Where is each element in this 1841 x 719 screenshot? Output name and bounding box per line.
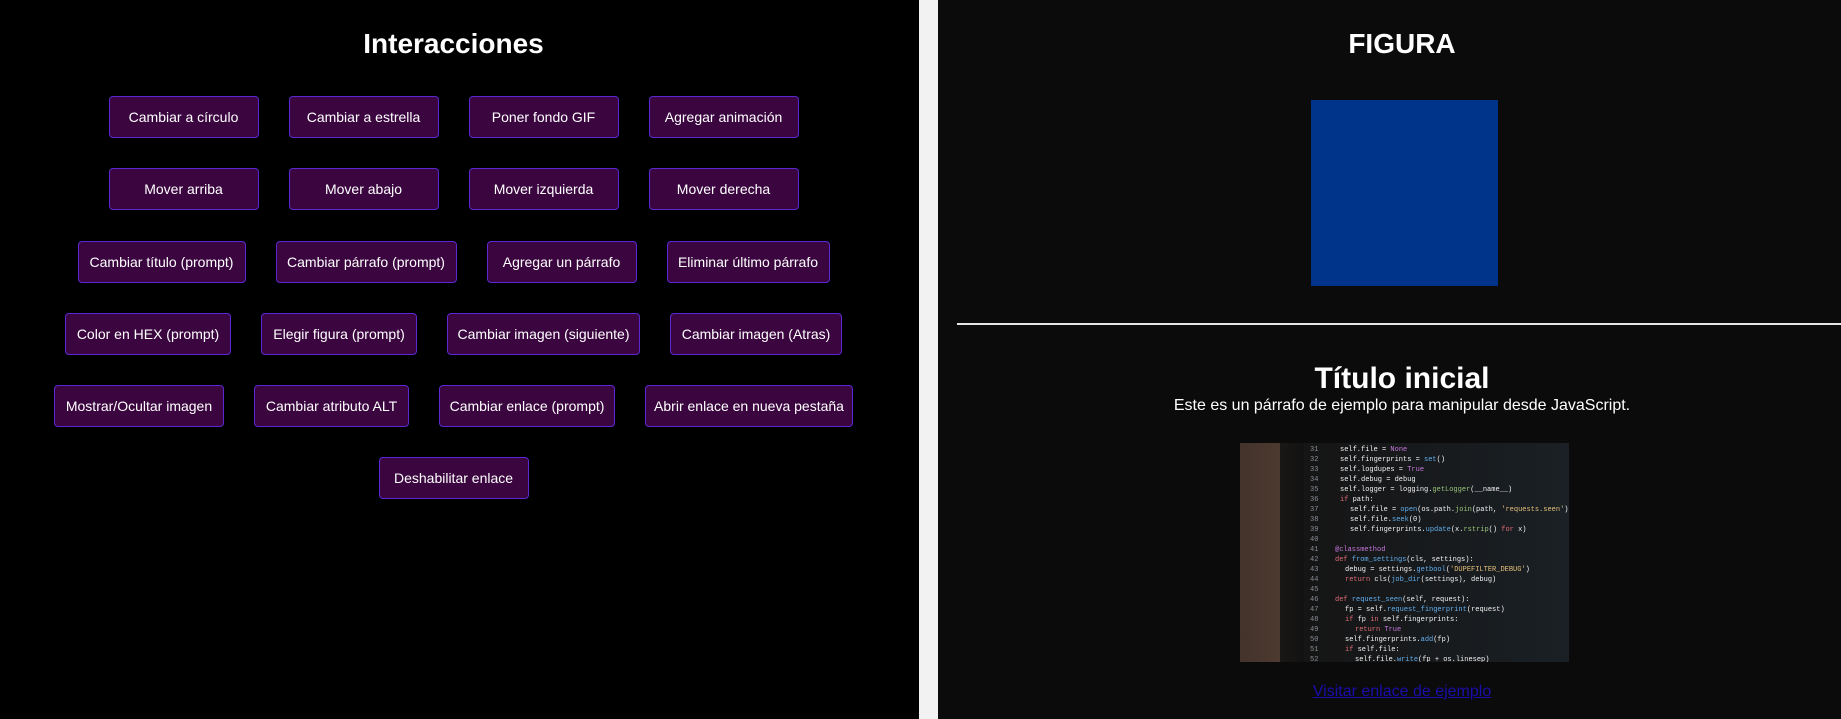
change-to-star-button[interactable]: Cambiar a estrella	[288, 96, 439, 138]
section-divider	[957, 323, 1841, 325]
change-alt-button[interactable]: Cambiar atributo ALT	[254, 385, 409, 427]
svg-text:49: 49	[1310, 626, 1318, 634]
svg-text:38: 38	[1310, 516, 1318, 524]
svg-text:fp = self.request_fingerprint(: fp = self.request_fingerprint(request)	[1345, 606, 1505, 614]
svg-text:self.file = None: self.file = None	[1340, 446, 1407, 454]
move-left-button[interactable]: Mover izquierda	[468, 168, 619, 210]
disable-link-button[interactable]: Deshabilitar enlace	[378, 457, 529, 499]
panel-divider	[919, 0, 938, 719]
svg-text:def request_seen(self, request: def request_seen(self, request):	[1335, 596, 1469, 604]
svg-text:36: 36	[1310, 496, 1318, 504]
change-link-prompt-button[interactable]: Cambiar enlace (prompt)	[439, 385, 615, 427]
svg-text:32: 32	[1310, 456, 1318, 464]
button-row-5: Mostrar/Ocultar imagen Cambiar atributo …	[0, 385, 907, 427]
set-gif-background-button[interactable]: Poner fondo GIF	[468, 96, 619, 138]
svg-text:self.file.write(fp + os.linese: self.file.write(fp + os.linesep)	[1355, 656, 1489, 662]
remove-last-paragraph-button[interactable]: Eliminar último párrafo	[666, 241, 830, 283]
svg-text:31: 31	[1310, 446, 1318, 454]
add-paragraph-button[interactable]: Agregar un párrafo	[486, 241, 637, 283]
svg-text:44: 44	[1310, 576, 1318, 584]
svg-text:48: 48	[1310, 616, 1318, 624]
svg-text:45: 45	[1310, 586, 1318, 594]
interactions-panel: Interacciones Cambiar a círculo Cambiar …	[0, 0, 919, 719]
svg-text:52: 52	[1310, 656, 1318, 662]
previous-image-button[interactable]: Cambiar imagen (Atras)	[670, 313, 842, 355]
svg-text:@classmethod: @classmethod	[1335, 546, 1385, 554]
add-animation-button[interactable]: Agregar animación	[648, 96, 799, 138]
svg-text:41: 41	[1310, 546, 1318, 554]
svg-text:self.file = open(os.path.join(: self.file = open(os.path.join(path, 'req…	[1350, 506, 1569, 514]
change-paragraph-prompt-button[interactable]: Cambiar párrafo (prompt)	[275, 241, 457, 283]
svg-text:self.fingerprints.add(fp): self.fingerprints.add(fp)	[1345, 636, 1450, 644]
svg-text:def from_settings(cls, setting: def from_settings(cls, settings):	[1335, 556, 1474, 564]
move-right-button[interactable]: Mover derecha	[648, 168, 799, 210]
svg-text:34: 34	[1310, 476, 1318, 484]
svg-text:self.file.seek(0): self.file.seek(0)	[1350, 516, 1421, 524]
svg-text:51: 51	[1310, 646, 1318, 654]
figure-title: FIGURA	[1348, 28, 1456, 59]
svg-text:self.logdupes = True: self.logdupes = True	[1340, 466, 1424, 474]
button-row-3: Cambiar título (prompt) Cambiar párrafo …	[0, 241, 907, 283]
svg-text:37: 37	[1310, 506, 1318, 514]
move-down-button[interactable]: Mover abajo	[288, 168, 439, 210]
button-row-6: Deshabilitar enlace	[0, 457, 907, 499]
open-link-new-tab-button[interactable]: Abrir enlace en nueva pestaña	[645, 385, 853, 427]
svg-text:40: 40	[1310, 536, 1318, 544]
button-row-1: Cambiar a círculo Cambiar a estrella Pon…	[0, 96, 907, 138]
svg-text:return cls(job_dir(settings),: return cls(job_dir(settings), debug)	[1345, 576, 1496, 584]
svg-text:50: 50	[1310, 636, 1318, 644]
main-title: Título inicial	[1314, 362, 1490, 395]
example-link[interactable]: Visitar enlace de ejemplo	[938, 683, 1841, 701]
svg-text:35: 35	[1310, 486, 1318, 494]
interactions-title: Interacciones	[363, 28, 544, 59]
figure-panel: FIGURA Título inicial Este es un párrafo…	[938, 0, 1841, 719]
toggle-image-button[interactable]: Mostrar/Ocultar imagen	[54, 385, 224, 427]
svg-text:39: 39	[1310, 526, 1318, 534]
svg-text:self.fingerprints.update(x.rst: self.fingerprints.update(x.rstrip() for …	[1350, 526, 1527, 534]
svg-text:46: 46	[1310, 596, 1318, 604]
svg-text:47: 47	[1310, 606, 1318, 614]
svg-text:43: 43	[1310, 566, 1318, 574]
svg-text:42: 42	[1310, 556, 1318, 564]
button-row-4: Color en HEX (prompt) Elegir figura (pro…	[0, 313, 907, 355]
choose-shape-prompt-button[interactable]: Elegir figura (prompt)	[261, 313, 417, 355]
hex-color-prompt-button[interactable]: Color en HEX (prompt)	[65, 313, 231, 355]
svg-text:33: 33	[1310, 466, 1318, 474]
main-paragraph: Este es un párrafo de ejemplo para manip…	[1173, 397, 1631, 414]
svg-text:if path:: if path:	[1340, 496, 1374, 504]
svg-text:if self.file:: if self.file:	[1345, 646, 1400, 654]
change-title-prompt-button[interactable]: Cambiar título (prompt)	[77, 241, 246, 283]
move-up-button[interactable]: Mover arriba	[108, 168, 259, 210]
code-image: 31 32 33 34 35 36 37 38 39 40 41 42 43 44 45 46 47 4…	[1240, 443, 1569, 662]
svg-text:self.fingerprints = set(): self.fingerprints = set()	[1340, 456, 1445, 464]
svg-text:debug = settings.getbool('DUPE: debug = settings.getbool('DUPEFILTER_DEB…	[1345, 566, 1530, 574]
button-row-2: Mover arriba Mover abajo Mover izquierda…	[0, 168, 907, 210]
svg-text:self.logger = logging.getLogge: self.logger = logging.getLogger(__name__…	[1340, 486, 1512, 494]
svg-text:if fp in self.fingerprints:: if fp in self.fingerprints:	[1345, 616, 1458, 624]
figure-shape	[1311, 100, 1498, 286]
svg-text:return True: return True	[1355, 626, 1401, 634]
change-to-circle-button[interactable]: Cambiar a círculo	[108, 96, 259, 138]
next-image-button[interactable]: Cambiar imagen (siguiente)	[447, 313, 640, 355]
svg-text:self.debug = debug: self.debug = debug	[1340, 476, 1416, 484]
